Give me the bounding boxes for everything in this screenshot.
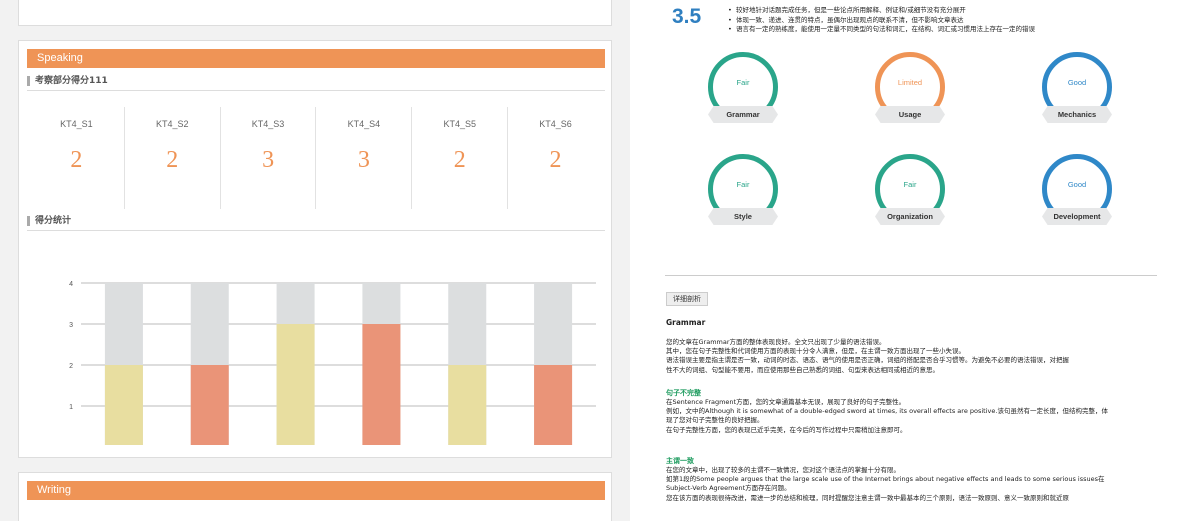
score-chart-svg: 01234KT4_S1KT4_S2KT4_S3KT4_S4KT4_S5KT4_S…: [69, 281, 596, 478]
speaking-section-header: Speaking: [27, 49, 605, 68]
gauge-grammar[interactable]: Fair Grammar: [708, 52, 778, 132]
score-value: 2: [453, 147, 466, 173]
score-cell: KT4_S5 2: [412, 107, 509, 209]
analysis-text: Grammar 您的文章在Grammar方面的整体表现良好。全文只出现了少量的语…: [666, 318, 1166, 503]
paragraph-line: 在您的文章中，出现了较多的主谓不一致情况，您对这个语法点的掌握十分有限。: [666, 466, 900, 475]
description-item: 语言有一定的熟练度，能使用一定量不同类型的句法和词汇，在结构、词汇或习惯用法上存…: [728, 25, 1035, 35]
score-chart: 01234KT4_S1KT4_S2KT4_S3KT4_S4KT4_S5KT4_S…: [29, 235, 609, 478]
paragraph-line: 您在该方面的表现很待改进，需进一步的总结和梳理，同时提醒您注意主谓一致中最基本的…: [666, 493, 1069, 502]
score-cell: KT4_S4 3: [316, 107, 413, 209]
score-label: KT4_S2: [155, 119, 189, 129]
paragraph-line: Subject-Verb Agreement方面存在问题。: [666, 484, 791, 493]
score-description-list: 较好地针对话题完成任务，但是一些论点所用解释、例证和/或细节没有充分展开 体现一…: [728, 6, 1035, 35]
score-value: 2: [166, 147, 179, 173]
analysis-heading: Grammar: [666, 318, 706, 327]
gauge-usage[interactable]: Limited Usage: [875, 52, 945, 132]
bar-score: [190, 365, 229, 447]
detail-analysis-button[interactable]: 详细剖析: [666, 292, 708, 306]
score-label: KT4_S5: [443, 119, 476, 129]
writing-report-panel: 3.5 较好地针对话题完成任务，但是一些论点所用解释、例证和/或细节没有充分展开…: [630, 0, 1200, 521]
writing-section-header: Writing: [27, 481, 605, 500]
paragraph-line: 性不大的词组、句型能不要用，而应使用那些自己熟悉的词组、句型来表达相同或相近的意…: [666, 365, 939, 374]
gauge-rating: Limited: [897, 78, 923, 87]
paragraph-line: 在句子完整性方面，您的表现已近乎完美，在今后的写作过程中只需稍加注意即可。: [666, 425, 907, 434]
score-value: 2: [549, 147, 562, 173]
bar-score: [276, 324, 315, 447]
gauge-label: Development: [1042, 208, 1112, 225]
paragraph-line: 语法错误主要是指主谓是否一致，动词的时态、语态、语气的使用是否正确，词组的搭配是…: [666, 356, 1069, 365]
gauge-label: Style: [708, 208, 778, 225]
score-cell: KT4_S3 3: [221, 107, 317, 209]
y-tick-label: 2: [69, 363, 73, 370]
gauge-organization[interactable]: Fair Organization: [875, 154, 945, 234]
stats-subheading: 得分统计: [27, 213, 605, 231]
gauge-style[interactable]: Fair Style: [708, 154, 778, 234]
speaking-card: Speaking 考察部分得分111 KT4_S1 2 KT4_S2 2 KT4…: [18, 40, 612, 478]
gauge-mechanics[interactable]: Good Mechanics: [1042, 52, 1112, 132]
subtopic-title: 主谓一致: [666, 456, 694, 465]
score-value: 3: [357, 147, 370, 173]
score-label: KT4_S4: [347, 119, 381, 129]
score-grid: KT4_S1 2 KT4_S2 2 KT4_S3 3 KT4_S4 3 KT4_…: [29, 107, 603, 209]
gauge-rating: Fair: [736, 78, 750, 87]
description-item: 体现一致、递进、连贯的特点，虽偶尔出现观点的联系不清，但不影响文章表达: [728, 16, 1035, 26]
y-tick-label: 4: [69, 281, 73, 288]
score-cell: KT4_S1 2: [29, 107, 125, 209]
bar-score: [448, 365, 487, 447]
gauge-development[interactable]: Good Development: [1042, 154, 1112, 234]
gauge-rating: Good: [1067, 78, 1087, 87]
description-item: 较好地针对话题完成任务，但是一些论点所用解释、例证和/或细节没有充分展开: [728, 6, 1035, 16]
y-tick-label: 1: [69, 404, 73, 411]
score-cell: KT4_S2 2: [125, 107, 221, 209]
bar-score: [534, 365, 573, 447]
score-value: 3: [262, 147, 275, 173]
gauge-rating: Good: [1067, 180, 1087, 189]
gauge-rating: Fair: [736, 180, 750, 189]
gauge-label: Usage: [875, 106, 945, 123]
gauge-label: Grammar: [708, 106, 778, 123]
score-label: KT4_S3: [251, 119, 285, 129]
paragraph-line: 您的文章在Grammar方面的整体表现良好。全文只出现了少量的语法错误。: [666, 338, 886, 346]
paragraph-line: 在Sentence Fragment方面，您的文章通篇基本无误，展现了良好的句子…: [666, 398, 906, 407]
gauge-rating: Fair: [903, 180, 917, 189]
subtopic-title: 句子不完整: [666, 388, 701, 397]
score-label: KT4_S6: [539, 119, 572, 129]
score-label: KT4_S1: [60, 119, 93, 129]
score-cell: KT4_S6 2: [508, 107, 603, 209]
gauge-label: Organization: [875, 208, 945, 225]
score-subheading: 考察部分得分111: [27, 73, 605, 91]
section-divider: [665, 275, 1157, 276]
bar-score: [104, 365, 143, 447]
paragraph-line: 现了您对句子完整性的良好把握。: [666, 416, 764, 425]
bar-score: [362, 324, 401, 447]
score-value: 2: [70, 147, 83, 173]
gauge-label: Mechanics: [1042, 106, 1112, 123]
y-tick-label: 3: [69, 322, 73, 329]
writing-card: Writing: [18, 472, 612, 521]
overall-score: 3.5: [672, 5, 702, 28]
previous-section-card: [18, 0, 612, 26]
